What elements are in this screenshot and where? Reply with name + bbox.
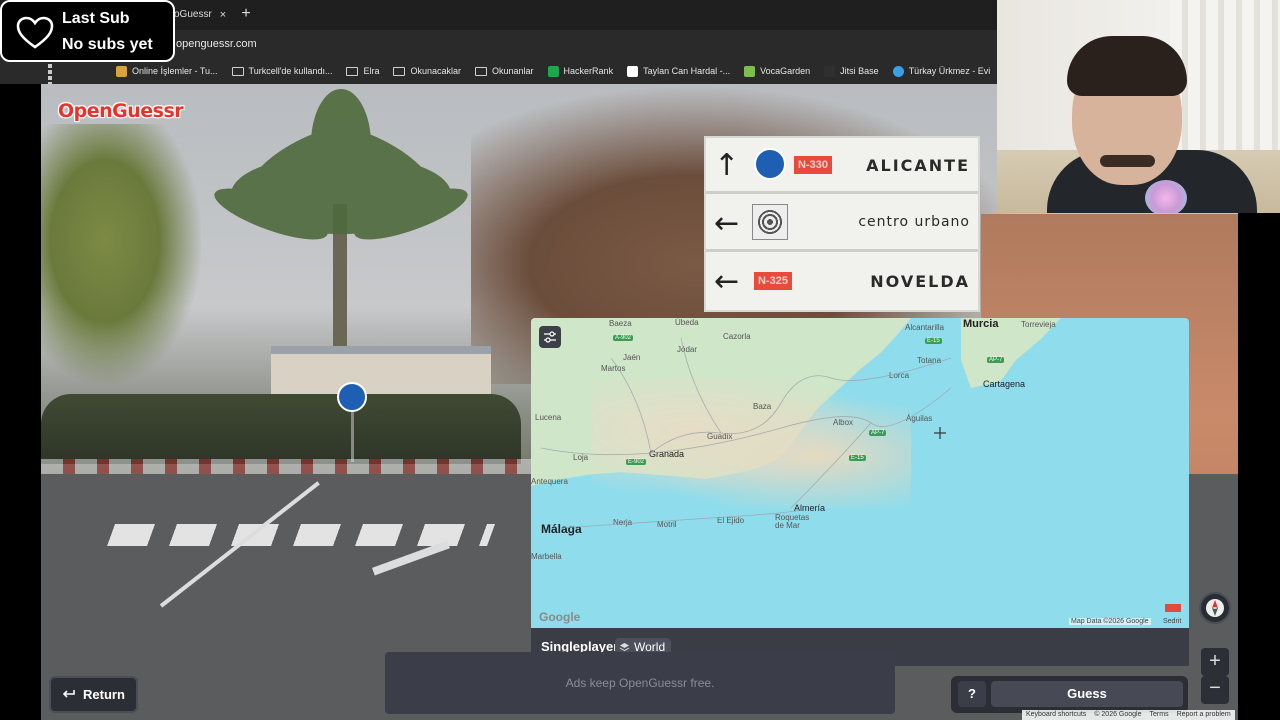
hackerrank-icon — [547, 65, 559, 77]
return-button[interactable]: Return — [49, 676, 138, 713]
apps-grid-icon[interactable] — [48, 64, 52, 84]
site-icon — [824, 65, 836, 77]
bookmark-label: Online İşlemler - Tu... — [132, 66, 218, 76]
guess-button[interactable]: Guess — [991, 681, 1183, 707]
return-label: Return — [83, 687, 125, 702]
return-arrow-icon — [62, 690, 75, 698]
sign-row-novelda: ← N-325 NOVELDA — [706, 254, 978, 310]
bookmark-taylan[interactable]: Taylan Can Hardal -... — [627, 65, 731, 77]
report-problem-link[interactable]: Report a problem — [1177, 710, 1231, 720]
tree-left — [41, 124, 201, 384]
terms-link[interactable]: Terms — [1150, 710, 1169, 720]
direction-signboard: ↑ N-330 ALICANTE ← centro urbano ← N-325… — [704, 136, 980, 312]
sign-destination: NOVELDA — [870, 272, 970, 291]
layers-icon — [619, 642, 630, 651]
folder-icon — [475, 66, 488, 76]
keyboard-shortcuts-link[interactable]: Keyboard shortcuts — [1026, 710, 1086, 720]
zoom-in-button[interactable]: + — [1201, 648, 1229, 676]
bookmark-label: Okunacaklar — [410, 66, 462, 76]
up-arrow-icon: ↑ — [714, 148, 740, 183]
road-plate: N-325 — [754, 272, 792, 290]
sign-destination: ALICANTE — [866, 156, 970, 175]
microphone — [1145, 180, 1187, 213]
bookmark-label: HackerRank — [563, 66, 614, 76]
streamer-mustache — [1100, 155, 1155, 167]
folder-icon — [393, 66, 406, 76]
bookmark-okunanlar[interactable]: Okunanlar — [475, 66, 534, 76]
bookmark-okunacaklar[interactable]: Okunacaklar — [393, 66, 461, 76]
screen: oGuessr × + openguessr.com Online İşleml… — [0, 0, 1280, 720]
compass-button[interactable] — [1199, 592, 1231, 624]
bookmark-online-islemler[interactable]: Online İşlemler - Tu... — [116, 65, 218, 77]
openguessr-logo[interactable]: OpenGuessr — [58, 100, 184, 122]
folder-icon — [346, 66, 359, 76]
sign-destination: centro urbano — [858, 214, 970, 230]
zebra-crossing — [106, 524, 496, 546]
guess-map[interactable]: Baeza Úbeda Cazorla Alcantarilla Murcia … — [531, 318, 1189, 628]
bookmark-label: Taylan Can Hardal -... — [643, 66, 731, 76]
streetview-footer: Keyboard shortcuts © 2026 Google Terms R… — [1022, 710, 1235, 720]
left-arrow-icon: ← — [714, 206, 740, 241]
zoom-out-button[interactable]: − — [1201, 676, 1229, 704]
medium-icon — [627, 65, 639, 77]
bookmark-label: Turkcell'de kullandı... — [248, 66, 333, 76]
site-icon — [116, 65, 127, 77]
map-attribution: Map Data ©2026 Google — [1069, 618, 1151, 625]
roundabout-icon — [754, 148, 786, 180]
guess-controls: ? Guess — [951, 676, 1188, 713]
leaf-icon — [744, 65, 756, 77]
sign-pole — [351, 412, 354, 462]
copyright-text: © 2026 Google — [1094, 711, 1142, 718]
bookmark-label: Türkay Ürkmez - Evi — [908, 66, 991, 76]
new-tab-button[interactable]: + — [238, 4, 254, 26]
bookmark-label: Jitsi Base — [840, 66, 879, 76]
sign-row-centro: ← centro urbano — [706, 196, 978, 252]
bookmark-elra[interactable]: Elra — [346, 66, 379, 76]
sign-row-alicante: ↑ N-330 ALICANTE — [706, 138, 978, 194]
bookmark-hackerrank[interactable]: HackerRank — [547, 65, 614, 77]
bookmark-label: Elra — [363, 66, 380, 76]
city-center-icon — [752, 204, 788, 240]
map-terms[interactable]: Sedrit — [1163, 618, 1181, 625]
left-arrow-icon: ← — [714, 264, 740, 299]
hedge — [41, 394, 521, 464]
site-icon — [892, 65, 904, 77]
streamer-hair — [1067, 36, 1187, 96]
last-sub-widget: Last Sub No subs yet — [0, 0, 175, 62]
crosshair-icon — [934, 427, 946, 439]
heart-icon — [16, 16, 54, 49]
bookmark-jitsi[interactable]: Jitsi Base — [824, 65, 879, 77]
bookmark-vocagarden[interactable]: VocaGarden — [744, 65, 811, 77]
folder-icon — [231, 66, 244, 76]
ad-text: Ads keep OpenGuessr free. — [565, 676, 715, 690]
bookmark-label: VocaGarden — [760, 66, 811, 76]
google-logo: Google — [539, 610, 581, 624]
bookmark-turkay[interactable]: Türkay Ürkmez - Evi — [892, 65, 991, 77]
compass-icon — [1206, 599, 1224, 617]
map-roads — [540, 337, 952, 529]
help-button[interactable]: ? — [958, 681, 986, 707]
bookmark-turkcell[interactable]: Turkcell'de kullandı... — [231, 66, 333, 76]
sliders-icon — [544, 331, 556, 343]
last-sub-title: Last Sub — [62, 10, 130, 27]
bookmark-label: Okunanlar — [492, 66, 534, 76]
map-settings-button[interactable] — [539, 326, 561, 348]
ad-banner: Ads keep OpenGuessr free. — [385, 652, 895, 714]
tab-close-icon[interactable]: × — [216, 4, 230, 26]
last-sub-value: No subs yet — [62, 36, 153, 53]
road-marker — [1165, 604, 1181, 612]
road-plate: N-330 — [794, 156, 832, 174]
webcam-overlay — [997, 0, 1280, 213]
roundabout-sign — [337, 382, 367, 412]
url-text[interactable]: openguessr.com — [176, 36, 257, 52]
